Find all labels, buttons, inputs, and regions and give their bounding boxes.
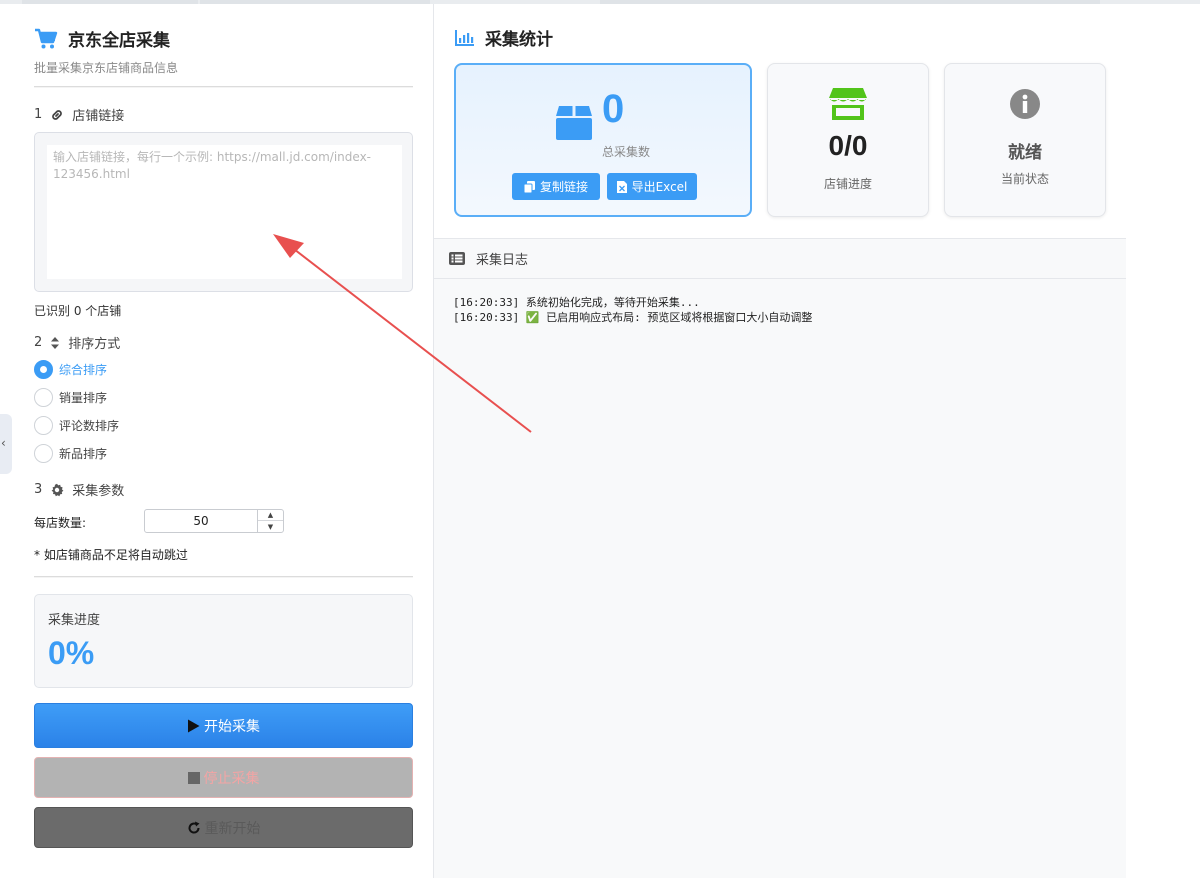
info-icon [1010,89,1040,119]
list-icon [449,252,465,265]
radio-button[interactable] [34,360,53,379]
radio-label: 销量排序 [59,391,108,405]
section-number: 1 [34,107,43,122]
log-line: [16:20:33] ✅ 已启用响应式布局: 预览区域将根据窗口大小自动调整 [453,311,813,324]
progress-card: 采集进度 0% [34,594,413,688]
quantity-stepper[interactable]: ▲ ▼ [144,509,284,533]
sort-option-sales[interactable]: 销量排序 [34,388,107,407]
divider [34,86,413,88]
export-excel-button[interactable]: 导出Excel [607,173,697,200]
stop-label: 停止采集 [203,770,260,787]
section-number: 2 [34,335,43,350]
section-number: 3 [34,482,43,497]
recognized-count: 已识别 0 个店铺 [34,304,122,318]
stop-button[interactable]: 停止采集 [34,757,413,798]
qty-label: 每店数量: [34,516,87,530]
reset-label: 重新开始 [204,820,261,837]
stop-icon [187,771,200,784]
collapse-handle[interactable]: ‹ [0,414,12,474]
copy-links-button[interactable]: 复制链接 [512,173,600,200]
shop-progress-value: 0/0 [828,130,868,161]
copy-icon [523,180,535,193]
radio-button[interactable] [34,416,53,435]
app-subtitle: 批量采集京东店铺商品信息 [34,61,179,75]
app-header: 京东全店采集 [34,26,170,51]
stats-header: 采集统计 [455,25,553,50]
section-params: 3 采集参数 [34,480,124,499]
copy-label: 复制链接 [539,180,588,194]
log-title: 采集日志 [476,253,529,268]
cart-icon [35,28,58,48]
export-label: 导出Excel [631,180,688,194]
shop-progress-label: 店铺进度 [823,177,872,191]
log-line: [16:20:33] 系统初始化完成，等待开始采集... [453,296,700,309]
radio-button[interactable] [34,388,53,407]
control-panel: 京东全店采集 批量采集京东店铺商品信息 1 店铺链接 已识别 0 个店铺 2 排… [12,4,434,878]
radio-button[interactable] [34,444,53,463]
reset-button[interactable]: 重新开始 [34,807,413,848]
radio-label: 新品排序 [59,447,108,461]
total-collected-value: 0 [602,87,625,131]
current-state-value: 就绪 [1008,143,1042,163]
total-collected-label: 总采集数 [602,145,651,159]
current-state-card: 就绪 当前状态 [944,63,1106,217]
shop-links-box [34,132,413,292]
section-label: 排序方式 [68,337,121,352]
shop-progress-card: 0/0 店铺进度 [767,63,929,217]
app-title: 京东全店采集 [68,31,170,51]
divider [34,576,413,578]
shop-links-input[interactable] [47,145,402,279]
section-shop-links: 1 店铺链接 [34,105,124,124]
log-content: [16:20:33] 系统初始化完成，等待开始采集... [16:20:33] … [453,295,812,325]
store-icon [829,88,867,120]
gear-icon [51,483,64,496]
quantity-input[interactable] [145,510,257,532]
progress-value: 0% [48,635,95,671]
top-tab-strip [600,0,1100,4]
sort-option-comprehensive[interactable]: 综合排序 [34,360,107,379]
start-button[interactable]: 开始采集 [34,703,413,748]
stats-title: 采集统计 [485,30,553,50]
play-icon [188,719,200,732]
link-icon [52,109,63,120]
start-label: 开始采集 [204,718,260,735]
section-label: 采集参数 [72,484,125,499]
stepper-buttons: ▲ ▼ [257,510,283,532]
progress-label: 采集进度 [48,613,101,628]
section-sort: 2 排序方式 [34,333,120,352]
increment-button[interactable]: ▲ [258,510,283,521]
skip-note: * 如店铺商品不足将自动跳过 [34,548,188,562]
log-panel: 采集日志 [16:20:33] 系统初始化完成，等待开始采集... [16:20… [434,238,1126,878]
total-collected-card: 0 总采集数 复制链接 导出Excel [454,63,752,217]
log-header: 采集日志 [434,239,1126,279]
radio-label: 综合排序 [59,363,108,377]
chart-icon [455,29,474,46]
current-state-label: 当前状态 [1000,172,1049,186]
refresh-icon [188,821,200,834]
sort-option-reviews[interactable]: 评论数排序 [34,416,119,435]
box-icon [556,106,592,140]
chevron-left-icon: ‹ [1,436,6,450]
sort-icon [51,336,60,349]
radio-label: 评论数排序 [59,419,120,433]
excel-icon [616,180,627,193]
decrement-button[interactable]: ▼ [258,521,283,532]
section-label: 店铺链接 [72,109,125,124]
sort-option-newest[interactable]: 新品排序 [34,444,107,463]
